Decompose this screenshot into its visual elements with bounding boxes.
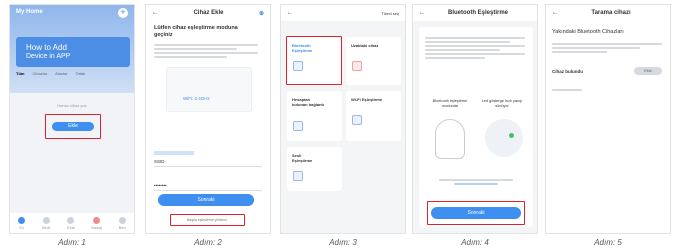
screen-title: Bluetooth Eşleştirme — [447, 10, 508, 16]
highlight-box — [427, 201, 525, 225]
step4-screen: ← Bluetooth Eşleştirme Bluetooth eşleştir… — [412, 4, 538, 234]
found-device-label: Cihaz bulundu — [552, 69, 583, 74]
select-all[interactable]: Tümü seç — [381, 11, 399, 16]
hint-lines — [439, 177, 513, 187]
nav-add[interactable]: Ekle — [67, 216, 75, 230]
home-tabs: Tüm Cihazlar Alanlar Ortak — [16, 71, 128, 76]
step5-screen: ← Tarama cihazı Yakındaki Bluetooth Cihaz… — [545, 4, 671, 234]
instructions — [425, 35, 525, 61]
banner-line1: How to Add — [26, 43, 67, 52]
option-remote[interactable]: Uzaktaki cihaz — [346, 37, 401, 85]
highlight-box — [170, 214, 245, 226]
bottom-nav: Ev Akıllı Ekle Mesaj Ben — [10, 213, 134, 233]
voice-icon — [293, 171, 303, 181]
tab-shared[interactable]: Ortak — [76, 71, 86, 76]
tab-devices[interactable]: Cihazlar — [32, 71, 47, 76]
top-bar: ← Cihaz Ekle ⊕ — [146, 5, 270, 21]
section-heading: Yakındaki Bluetooth Cihazları — [552, 29, 624, 35]
option-voice[interactable]: Sesli Eşleştirme — [287, 147, 342, 191]
screen-title: Tarama cihazı — [591, 10, 631, 16]
highlight-box — [45, 114, 101, 139]
caption-5: Adım: 5 — [594, 238, 622, 247]
add-found-device-button[interactable]: Ekle — [634, 67, 662, 75]
add-icon[interactable]: + — [118, 8, 128, 18]
nav-profile[interactable]: Ben — [119, 216, 126, 230]
top-bar: ← Bluetooth Eşleştirme — [413, 5, 537, 21]
top-bar: ← Tümü seç — [281, 5, 405, 21]
home-title[interactable]: My Home — [16, 9, 43, 15]
step3-screen: ← Tümü seç Bluetooth Eşleştirme Uzaktaki … — [280, 4, 406, 234]
instruction-card: Bluetooth eşleştirme modunda Led gösterg… — [419, 27, 533, 227]
option-account[interactable]: Hesaptan bulunan bağlantı — [287, 91, 342, 141]
instructions — [154, 42, 258, 60]
device-illustration — [485, 119, 523, 157]
tab-rooms[interactable]: Alanlar — [55, 71, 67, 76]
caption-2: Adım: 2 — [194, 238, 222, 247]
pairing-heading: Lütfen cihaz eşleştirme moduna geçiniz — [154, 25, 238, 38]
password-field[interactable]: •••••••• — [154, 183, 262, 191]
back-icon[interactable]: ← — [287, 10, 293, 16]
wifi-illustration: WiFi: 2.4GHz — [166, 67, 252, 112]
description — [552, 41, 662, 55]
option-label: Uzaktaki cihaz — [351, 43, 379, 48]
step2-screen: ← Cihaz Ekle ⊕ Lütfen cihaz eşleştirme mod… — [145, 4, 271, 234]
link-icon — [293, 121, 303, 131]
caption-3: Adım: 3 — [329, 238, 357, 247]
left-caption: Bluetooth eşleştirme modunda — [432, 99, 468, 108]
wifi-icon — [352, 115, 362, 125]
caption-1: Adım: 1 — [58, 238, 86, 247]
banner-line2: Device in APP — [26, 53, 71, 60]
next-button[interactable]: Sonraki — [158, 194, 254, 206]
bulb-illustration — [435, 119, 465, 159]
option-label: Sesli Eşleştirme — [292, 153, 313, 163]
banner[interactable]: How to Add Device in APP — [16, 37, 130, 67]
scan-icon[interactable]: ⊕ — [259, 10, 264, 17]
empty-text: Henüz cihaz yok — [57, 103, 87, 108]
top-bar: ← Tarama cihazı — [546, 5, 670, 21]
step1-screen: My Home + How to Add Device in APP Tüm C… — [9, 4, 135, 234]
network-tag — [154, 151, 194, 155]
caption-4: Adım: 4 — [461, 238, 489, 247]
remote-icon — [352, 61, 362, 71]
option-label: Hesaptan bulunan bağlantı — [292, 97, 324, 107]
option-label: Wi-Fi Eşleştirme — [351, 97, 383, 102]
nav-home[interactable]: Ev — [18, 216, 26, 230]
hint — [552, 87, 582, 93]
option-wifi[interactable]: Wi-Fi Eşleştirme — [346, 91, 401, 141]
network-field[interactable]: SSID — [154, 159, 262, 167]
tab-all[interactable]: Tüm — [16, 71, 24, 76]
wifi-label: WiFi: 2.4GHz — [183, 96, 210, 101]
nav-smart[interactable]: Akıllı — [42, 216, 50, 230]
right-caption: Led gösterge hızlı yanıp sönüyor — [481, 99, 523, 108]
nav-messages[interactable]: Mesaj — [91, 216, 102, 230]
screen-title: Cihaz Ekle — [193, 10, 224, 16]
highlight-box — [286, 36, 342, 85]
